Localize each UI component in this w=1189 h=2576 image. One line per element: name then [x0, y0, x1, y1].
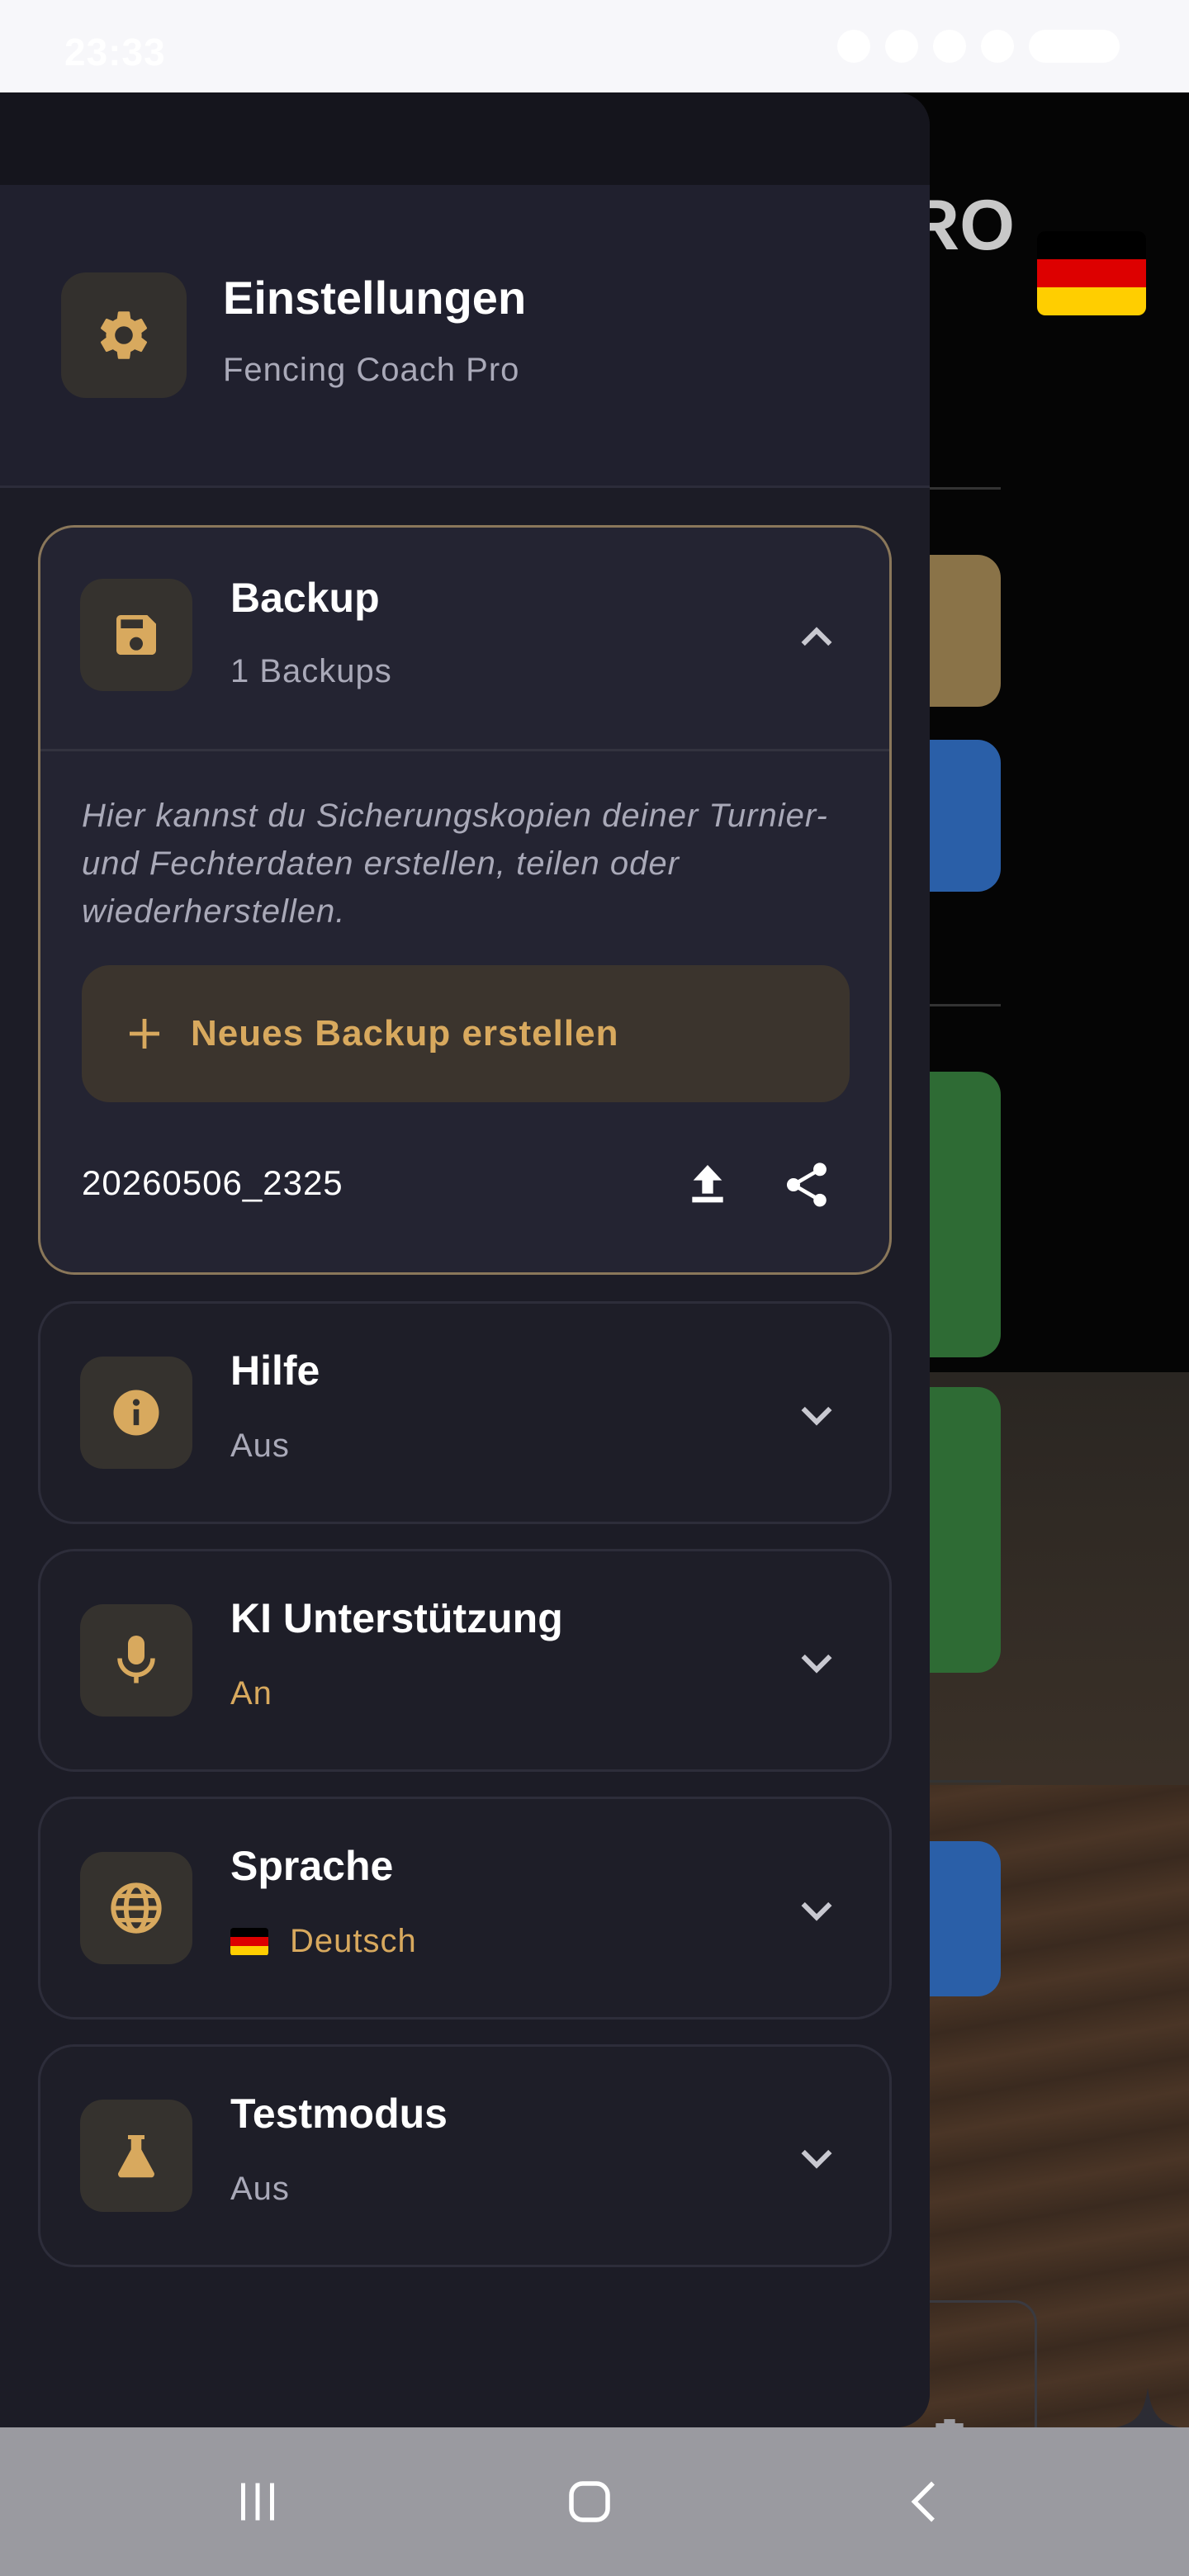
drawer-subtitle: Fencing Coach Pro: [223, 352, 520, 388]
help-icon-box: [80, 1357, 192, 1469]
header-divider: [0, 485, 930, 488]
backup-item-name: 20260506_2325: [82, 1163, 343, 1202]
section-testmode[interactable]: Testmodus Aus: [38, 2044, 892, 2267]
recent-apps-button[interactable]: [216, 2460, 299, 2543]
backup-icon-box: [80, 579, 192, 691]
backup-description: Hier kannst du Sicherungskopien deiner T…: [82, 798, 828, 930]
ai-icon-box: [80, 1604, 192, 1717]
flag-de-icon: [230, 1927, 268, 1956]
dnd-icon: [837, 30, 870, 63]
battery-icon: [1029, 30, 1120, 63]
section-backup-title: Backup: [230, 575, 380, 621]
plus-icon: [130, 1019, 159, 1049]
drawer-top-strip: [0, 92, 930, 185]
section-language[interactable]: Sprache Deutsch: [38, 1797, 892, 2020]
chevron-up-icon[interactable]: [793, 615, 840, 661]
section-ai[interactable]: KI Unterstützung An: [38, 1549, 892, 1772]
section-help-title: Hilfe: [230, 1347, 320, 1394]
section-language-subtitle: Deutsch: [290, 1923, 417, 1959]
section-backup-divider: [40, 749, 889, 751]
share-icon[interactable]: [780, 1158, 833, 1211]
section-ai-title: KI Unterstützung: [230, 1595, 563, 1641]
status-icons: [837, 30, 1120, 63]
chevron-down-icon[interactable]: [793, 1391, 840, 1437]
language-icon-box: [80, 1852, 192, 1964]
background-flag-icon[interactable]: [1037, 231, 1146, 315]
system-nav-bar: [0, 2427, 1189, 2576]
home-icon: [569, 2481, 610, 2522]
section-testmode-title: Testmodus: [230, 2091, 448, 2137]
section-testmode-subtitle: Aus: [230, 2171, 290, 2207]
section-backup-subtitle: 1 Backups: [230, 653, 392, 689]
upload-icon[interactable]: [681, 1158, 734, 1211]
trash-icon[interactable]: [933, 2419, 966, 2427]
drawer-title: Einstellungen: [223, 272, 527, 324]
section-language-title: Sprache: [230, 1843, 394, 1889]
signal-icon: [981, 30, 1014, 63]
testmode-icon-box: [80, 2100, 192, 2212]
header-icon-box: [61, 272, 187, 398]
flask-icon: [118, 2135, 154, 2178]
chevron-down-icon[interactable]: [793, 2134, 840, 2181]
new-backup-button-label: Neues Backup erstellen: [191, 1013, 619, 1054]
sparkle-icon[interactable]: [1106, 2388, 1189, 2427]
home-button[interactable]: [548, 2460, 631, 2543]
recent-apps-icon: [241, 2483, 274, 2521]
back-icon: [911, 2481, 935, 2522]
microphone-icon: [117, 1636, 155, 1683]
section-help[interactable]: Hilfe Aus: [38, 1301, 892, 1524]
new-backup-button[interactable]: Neues Backup erstellen: [82, 965, 850, 1102]
hotspot-icon: [885, 30, 918, 63]
status-bar: 23:33: [0, 0, 1189, 92]
settings-drawer: Einstellungen Fencing Coach Pro Backup 1…: [0, 92, 930, 2427]
back-button[interactable]: [883, 2460, 966, 2543]
chevron-down-icon[interactable]: [793, 1639, 840, 1685]
section-ai-subtitle: An: [230, 1675, 272, 1712]
wifi-icon: [933, 30, 966, 63]
status-time: 23:33: [64, 31, 166, 73]
info-icon: [113, 1390, 159, 1436]
section-language-subtitle-row: Deutsch: [230, 1923, 417, 1960]
floppy-disk-icon: [116, 615, 156, 655]
globe-icon: [111, 1882, 162, 1934]
section-backup: Backup 1 Backups Hier kannst du Sicherun…: [38, 525, 892, 1275]
gear-icon: [100, 311, 148, 359]
chevron-down-icon[interactable]: [793, 1887, 840, 1933]
section-help-subtitle: Aus: [230, 1428, 290, 1464]
